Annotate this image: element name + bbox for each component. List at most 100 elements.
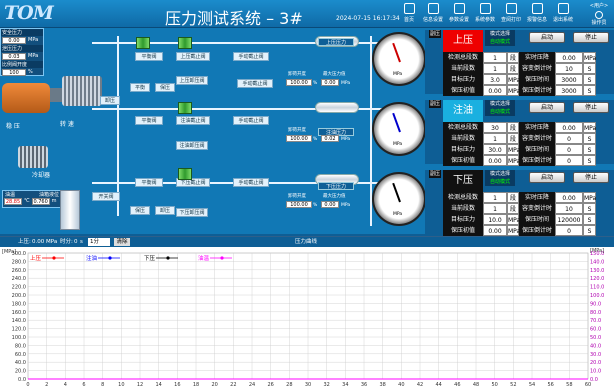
toolbar-parameter-settings[interactable]: 参数设置 xyxy=(448,3,470,23)
x-tick-label: 46 xyxy=(454,382,460,388)
y2-tick-label: 110.0 xyxy=(590,285,604,291)
lower-balance-valve[interactable]: 平衡阀 xyxy=(135,178,163,187)
y2-tick-label: 30.0 xyxy=(590,352,601,358)
tank-inject-ratio: 100.00 xyxy=(286,135,312,142)
x-tick-label: 24 xyxy=(249,382,255,388)
x-tick-label: 58 xyxy=(566,382,572,388)
x-tick-label: 4 xyxy=(64,382,67,388)
y2-tick-label: 20.0 xyxy=(590,360,601,366)
toolbar-exit[interactable]: 退出系统 xyxy=(552,3,574,23)
user-info[interactable]: <用户> 操作员 xyxy=(584,2,614,28)
panel-lower-start-button[interactable]: 启动 xyxy=(529,172,565,183)
cooler-unit xyxy=(18,146,48,168)
x-tick-label: 38 xyxy=(379,382,385,388)
y2-tick-label: 50.0 xyxy=(590,335,601,341)
y2-tick-label: 60.0 xyxy=(590,327,601,333)
guard-button-3[interactable]: 保压 xyxy=(130,206,150,215)
y-tick-label: 40.0 xyxy=(15,360,26,366)
panel-upper: 副压 上压 模式选择 自动模式 启动 停止 检测总段数 1 段实时压降 0.00 MPa… xyxy=(425,30,614,96)
y2-axis-label: [MPa] xyxy=(590,248,604,254)
tank-upper-ratio: 100.00 xyxy=(286,79,312,86)
x-tick-label: 26 xyxy=(267,382,273,388)
balance-button[interactable]: 平衡 xyxy=(130,83,150,92)
toolbar-info-settings[interactable]: 信息设置 xyxy=(422,3,444,23)
inject-balance-valve[interactable]: 平衡阀 xyxy=(135,116,163,125)
x-tick-label: 22 xyxy=(230,382,236,388)
panel-inject-title: 注油 xyxy=(443,100,483,122)
x-tick-label: 10 xyxy=(118,382,124,388)
manual-stop-valve-1b[interactable]: 手动截止阀 xyxy=(237,79,273,88)
toolbar-system-params[interactable]: 系统参数 xyxy=(474,3,496,23)
legend-marker xyxy=(220,256,224,260)
x-tick-label: 28 xyxy=(286,382,292,388)
panel-lower-mode[interactable]: 自动模式 xyxy=(485,178,515,186)
lower-unload-valve[interactable]: 下压卸压阀 xyxy=(176,208,208,217)
x-tick-label: 6 xyxy=(82,382,85,388)
y2-tick-label: 120.0 xyxy=(590,276,604,282)
x-tick-label: 56 xyxy=(547,382,553,388)
oil-switch-valve[interactable]: 开关阀 xyxy=(92,192,120,201)
max-label-1: 最大压力值 xyxy=(323,72,346,77)
panel-upper-start-button[interactable]: 启动 xyxy=(529,32,565,43)
toolbar-print[interactable]: 查阅打印 xyxy=(500,3,522,23)
unload-button-3[interactable]: 卸压 xyxy=(155,206,175,215)
parameter-settings-icon xyxy=(453,3,465,14)
unload-button[interactable]: 卸压 xyxy=(100,96,120,105)
oil-temp-value: 28.85 xyxy=(4,198,22,205)
manual-stop-valve-3[interactable]: 手动截止阀 xyxy=(233,178,269,187)
tank-lower-label: 下压压力 xyxy=(318,182,354,190)
y2-tick-label: 40.0 xyxy=(590,343,601,349)
panel-inject-stop-button[interactable]: 停止 xyxy=(573,102,609,113)
panel-inject-start-button[interactable]: 启动 xyxy=(529,102,565,113)
datetime: 2024-07-15 16:17:34 xyxy=(336,15,400,22)
x-tick-label: 54 xyxy=(529,382,535,388)
clear-button[interactable]: 清除 xyxy=(114,238,130,246)
panel-lower-stop-button[interactable]: 停止 xyxy=(573,172,609,183)
y-tick-label: 260.0 xyxy=(12,268,26,274)
gearbox xyxy=(50,88,62,102)
ratio-label-1: 卸荷开度 xyxy=(288,72,306,77)
inject-unload-valve[interactable]: 注油卸压阀 xyxy=(176,141,208,150)
y-tick-label: 60.0 xyxy=(15,352,26,358)
panel-upper-table: 检测总段数 1 段实时压降 0.00 MPa 当前段数 1 段容变倒计时 10 S 目标压力 3.… xyxy=(443,52,614,96)
upper-balance-valve[interactable]: 平衡阀 xyxy=(135,52,163,61)
x-tick-label: 18 xyxy=(193,382,199,388)
y-tick-label: 140.0 xyxy=(12,318,26,324)
valve-indicator xyxy=(178,168,192,180)
x-tick-label: 30 xyxy=(305,382,311,388)
upper-unload-valve[interactable]: 上压卸压阀 xyxy=(176,76,208,85)
legend-label: 上压 xyxy=(30,254,42,262)
manual-stop-valve-1[interactable]: 手动截止阀 xyxy=(233,52,269,61)
tank-upper-max: 0.00 xyxy=(321,79,339,86)
oil-temp-block: 油温 油箱液位 28.85 ℃ 0.760 m xyxy=(2,190,62,208)
toolbar-alarm[interactable]: 报警信息 xyxy=(526,3,548,23)
chart-plot: 300.0 150.0280.0 140.0260.0 130.0240.0 120.0… xyxy=(2,248,604,388)
inject-stop-valve[interactable]: 注油截止阀 xyxy=(176,116,210,125)
x-tick-label: 2 xyxy=(45,382,48,388)
panel-upper-mode[interactable]: 自动模式 xyxy=(485,38,515,46)
manual-stop-valve-2[interactable]: 手动截止阀 xyxy=(233,116,269,125)
x-tick-label: 14 xyxy=(155,382,161,388)
x-tick-label: 42 xyxy=(417,382,423,388)
panel-inject-mode[interactable]: 自动模式 xyxy=(485,108,515,116)
panel-upper-stop-button[interactable]: 停止 xyxy=(573,32,609,43)
panel-lower-title: 下压 xyxy=(443,170,483,192)
x-tick-label: 44 xyxy=(435,382,441,388)
x-tick-label: 12 xyxy=(137,382,143,388)
status-block: 安全压力 0.00 MPa 泄压压力 0.03 MPa 比例阀开度 100% xyxy=(0,28,44,76)
y2-tick-label: 80.0 xyxy=(590,310,601,316)
pressure-gauge-lower: MPa xyxy=(372,172,426,226)
guard-button[interactable]: 保压 xyxy=(155,83,175,92)
toolbar-home[interactable]: 首页 xyxy=(398,3,420,23)
tank-lower-ratio: 100.00 xyxy=(286,201,312,208)
x-tick-label: 32 xyxy=(323,382,329,388)
x-tick-label: 16 xyxy=(174,382,180,388)
time-range-select[interactable]: 1分 xyxy=(88,238,110,246)
pressure-gauge-upper: MPa xyxy=(372,32,426,86)
y-tick-label: 280.0 xyxy=(12,259,26,265)
upper-stop-valve[interactable]: 上压截止阀 xyxy=(176,52,210,61)
exit-icon xyxy=(557,3,569,14)
x-tick-label: 0 xyxy=(26,382,29,388)
valve-indicator xyxy=(136,37,150,49)
gauge-needle xyxy=(392,42,401,63)
